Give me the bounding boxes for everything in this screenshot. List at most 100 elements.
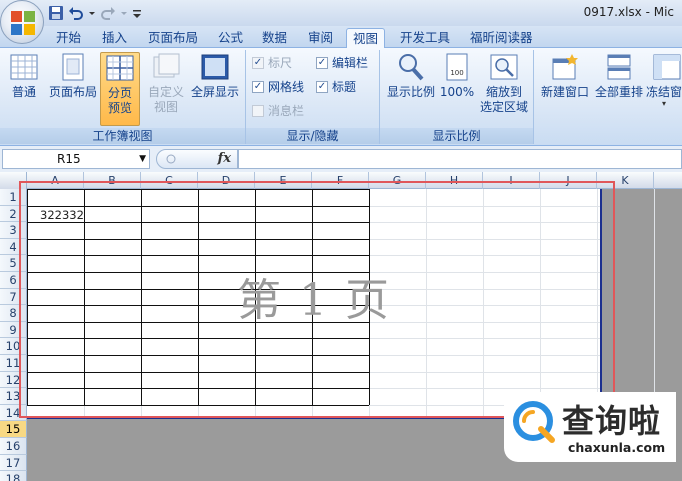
svg-text:100: 100 (450, 69, 463, 77)
tab-page-layout[interactable]: 页面布局 (142, 28, 204, 48)
ruler-checkbox[interactable]: ✓ 标尺 (252, 54, 292, 72)
formula-bar: R15 ▼ fx (0, 146, 682, 172)
function-area-grip-icon (166, 154, 176, 164)
custom-views-label-1: 自定义 (147, 85, 184, 99)
message-bar-check-icon (252, 105, 264, 117)
page-break-preview-label-2: 预览 (107, 101, 132, 115)
name-box-dropdown-icon[interactable]: ▼ (139, 150, 146, 168)
message-bar-checkbox[interactable]: 消息栏 (252, 102, 304, 120)
row-header-15[interactable]: 15 (0, 421, 27, 438)
group-window: 新建窗口 全部重排 冻结窗 ▾ (534, 50, 682, 144)
ribbon: 普通 页面布局 分页 预览 自定义 视图 全屏显示 工作簿视图 ✓ 标尺 ✓ 网… (0, 48, 682, 146)
arrange-all-label: 全部重排 (594, 85, 643, 99)
zoom-to-selection-button[interactable]: 缩放到 选定区域 (476, 52, 532, 115)
tab-formulas[interactable]: 公式 (212, 28, 249, 48)
formula-input[interactable] (238, 149, 682, 169)
custom-views-button[interactable]: 自定义 视图 (144, 52, 188, 115)
tab-view[interactable]: 视图 (346, 28, 386, 48)
full-screen-button[interactable]: 全屏显示 (188, 52, 242, 100)
tab-insert[interactable]: 插入 (96, 28, 133, 48)
zoom-to-selection-label-1: 缩放到 (485, 85, 522, 99)
row-header-18[interactable]: 18 (0, 471, 27, 481)
group-zoom: 显示比例 100 100% 缩放到 选定区域 显示比例 (380, 50, 534, 144)
normal-view-icon (10, 54, 38, 80)
zoom-to-selection-icon (490, 54, 518, 80)
zoom-to-selection-label-2: 选定区域 (479, 100, 528, 114)
gridlines-label: 网格线 (268, 80, 305, 94)
highlight-annotation-box (19, 181, 615, 418)
tab-review[interactable]: 审阅 (302, 28, 339, 48)
office-button[interactable] (0, 0, 44, 44)
gridline-vertical (654, 189, 655, 420)
group-workbook-views: 普通 页面布局 分页 预览 自定义 视图 全屏显示 工作簿视图 (0, 50, 246, 144)
group-show-hide: ✓ 标尺 ✓ 网格线 消息栏 ✓ 编辑栏 ✓ 标题 显示/隐藏 (246, 50, 380, 144)
full-screen-icon (201, 54, 229, 80)
gridlines-checkbox[interactable]: ✓ 网格线 (252, 78, 304, 96)
site-logo-badge: 查询啦 chaxunla.com (504, 392, 676, 462)
logo-text-cn: 查询啦 (562, 402, 662, 440)
tab-foxit-reader[interactable]: 福昕阅读器 (464, 28, 539, 48)
redo-dropdown-icon[interactable] (120, 5, 128, 21)
headings-check-icon: ✓ (316, 81, 328, 93)
page-break-preview-label-1: 分页 (107, 86, 132, 100)
page-layout-view-icon (62, 53, 84, 81)
row-header-16[interactable]: 16 (0, 438, 27, 455)
headings-label: 标题 (332, 80, 357, 94)
custom-views-label-2: 视图 (153, 100, 178, 114)
search-logo-icon (513, 401, 555, 443)
freeze-panes-dropdown-icon: ▾ (661, 99, 666, 108)
zoom-100-icon: 100 (446, 53, 468, 81)
name-box-value: R15 (57, 152, 81, 166)
freeze-panes-button[interactable]: 冻结窗 ▾ (646, 52, 682, 108)
custom-views-icon (153, 53, 180, 78)
tab-developer[interactable]: 开发工具 (394, 28, 456, 48)
quick-access-toolbar (48, 4, 142, 22)
formula-bar-label: 编辑栏 (332, 56, 369, 70)
group-label-workbook-views: 工作簿视图 (0, 128, 245, 144)
zoom-button[interactable]: 显示比例 (382, 52, 440, 100)
headings-checkbox[interactable]: ✓ 标题 (316, 78, 356, 96)
name-box[interactable]: R15 ▼ (2, 149, 150, 169)
zoom-label: 显示比例 (386, 85, 435, 99)
freeze-panes-label: 冻结窗 (646, 85, 682, 99)
group-label-show-hide: 显示/隐藏 (246, 128, 379, 144)
page-break-preview-button[interactable]: 分页 预览 (100, 52, 140, 126)
save-icon[interactable] (48, 5, 64, 21)
logo-text-en: chaxunla.com (568, 440, 666, 455)
redo-icon[interactable] (100, 5, 116, 21)
normal-view-button[interactable]: 普通 (4, 52, 44, 100)
new-window-button[interactable]: 新建窗口 (538, 52, 592, 100)
freeze-panes-icon (653, 54, 681, 80)
arrange-all-button[interactable]: 全部重排 (592, 52, 646, 100)
new-window-icon (552, 54, 578, 80)
ruler-label: 标尺 (268, 56, 293, 70)
group-label-zoom: 显示比例 (380, 128, 533, 144)
zoom-100-button[interactable]: 100 100% (438, 52, 476, 100)
ruler-check-icon: ✓ (252, 57, 264, 69)
undo-dropdown-icon[interactable] (88, 5, 96, 21)
message-bar-label: 消息栏 (268, 104, 305, 118)
tab-home[interactable]: 开始 (50, 28, 87, 48)
zoom-100-label: 100% (439, 85, 475, 99)
normal-view-label: 普通 (11, 85, 36, 99)
ribbon-tabs: 开始 插入 页面布局 公式 数据 审阅 视图 开发工具 福昕阅读器 (0, 26, 682, 48)
tab-data[interactable]: 数据 (256, 28, 293, 48)
gridlines-check-icon: ✓ (252, 81, 264, 93)
page-break-preview-icon (106, 55, 134, 81)
new-window-label: 新建窗口 (540, 85, 589, 99)
customize-qat-icon[interactable] (132, 5, 142, 21)
arrange-all-icon (607, 54, 631, 80)
page-layout-view-button[interactable]: 页面布局 (46, 52, 100, 100)
full-screen-label: 全屏显示 (190, 85, 239, 99)
undo-icon[interactable] (68, 5, 84, 21)
formula-bar-checkbox[interactable]: ✓ 编辑栏 (316, 54, 368, 72)
document-title: 0917.xlsx - Mic (583, 5, 674, 19)
formula-bar-check-icon: ✓ (316, 57, 328, 69)
function-area: fx (156, 149, 238, 169)
office-logo-icon (11, 11, 35, 35)
title-bar: 0917.xlsx - Mic (0, 0, 682, 26)
magnifier-icon (399, 54, 424, 81)
page-layout-view-label: 页面布局 (48, 85, 97, 99)
row-header-17[interactable]: 17 (0, 454, 27, 472)
insert-function-button[interactable]: fx (218, 151, 231, 166)
